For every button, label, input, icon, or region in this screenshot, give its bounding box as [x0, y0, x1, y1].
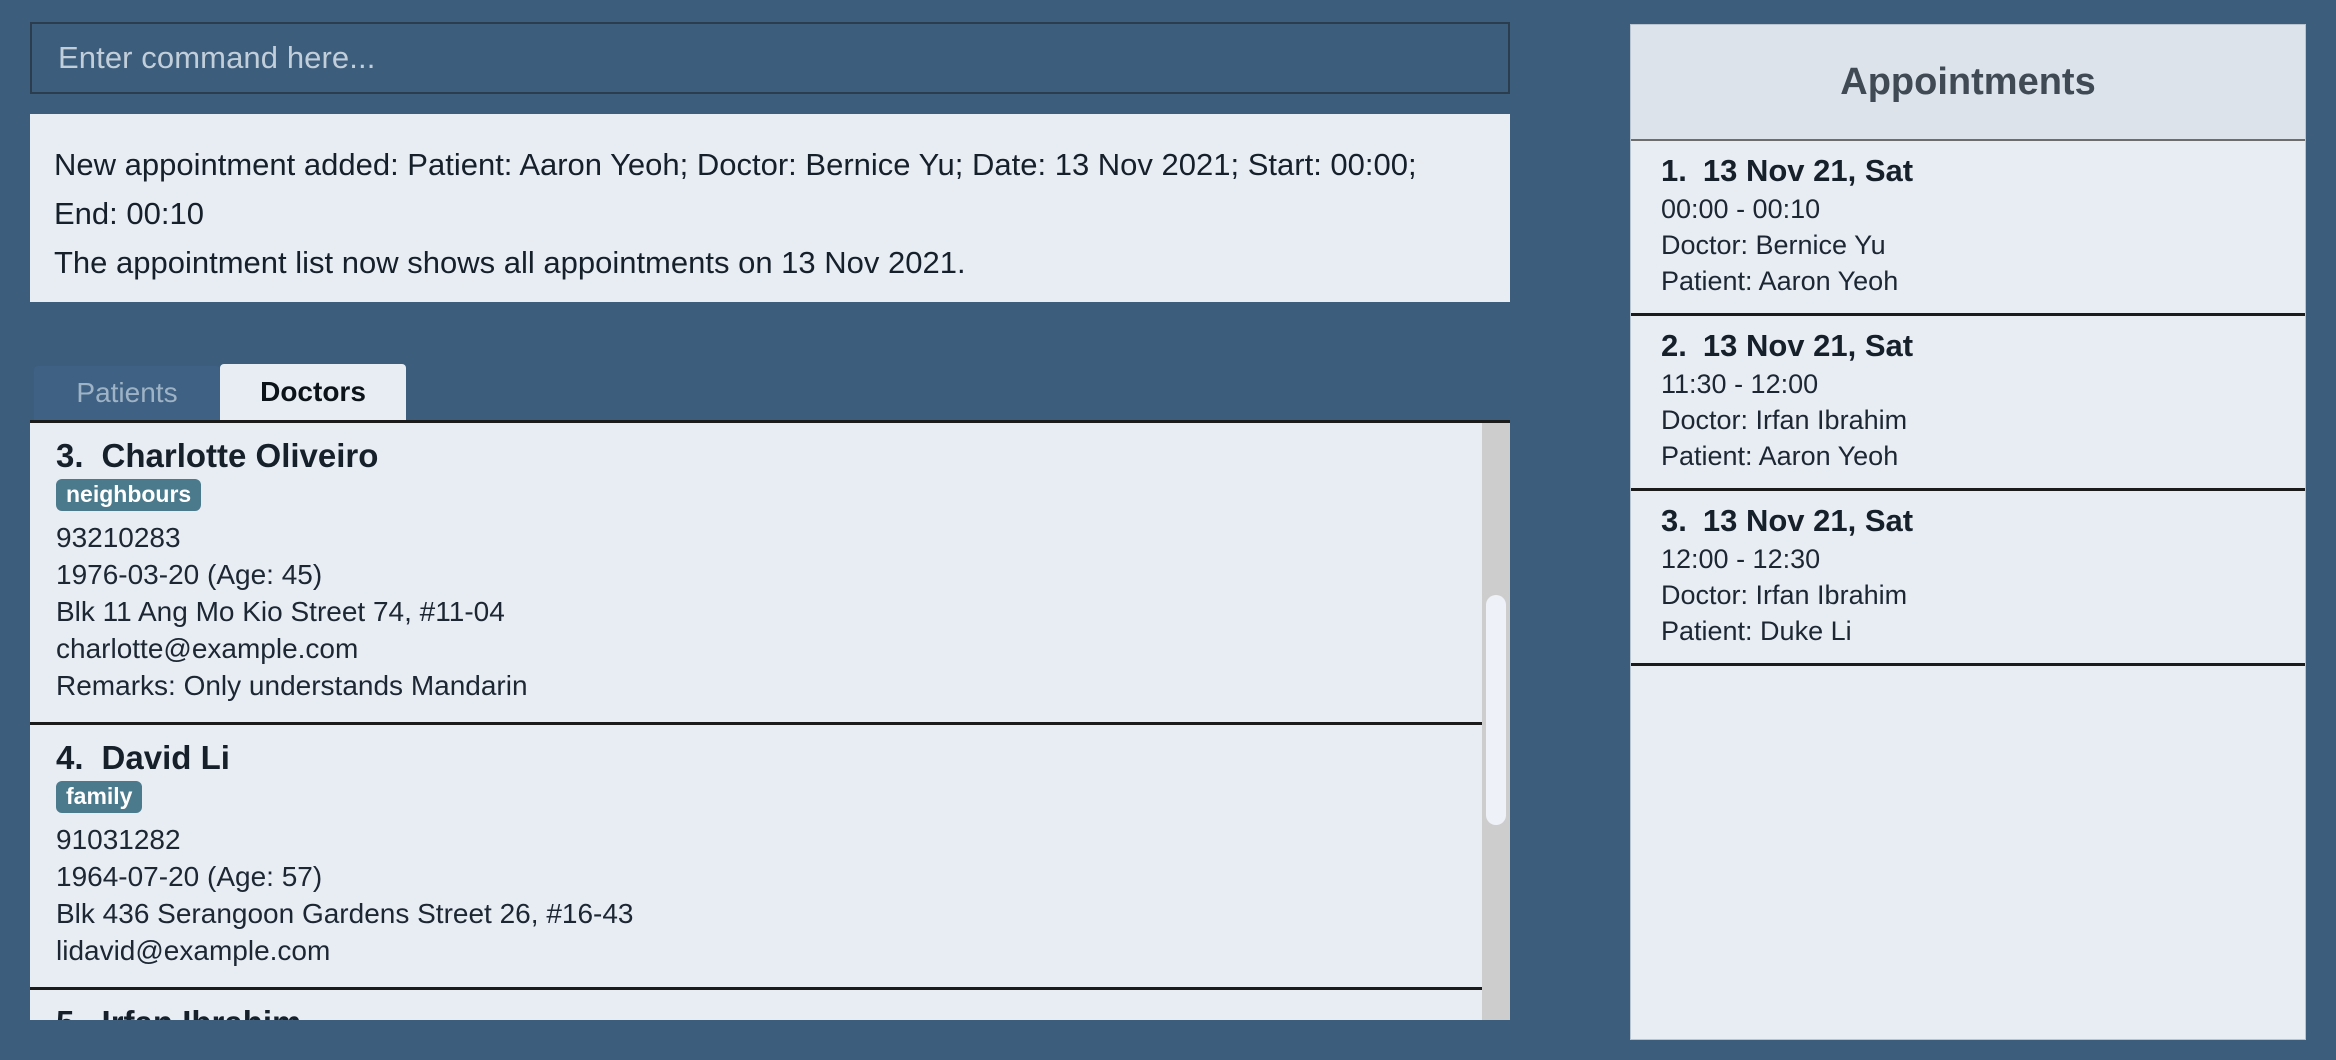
person-index: 4.	[56, 739, 84, 777]
appointment-index: 1.	[1661, 153, 1687, 188]
appointment-patient: Patient: Aaron Yeoh	[1661, 266, 1899, 296]
person-phone: 91031282	[56, 824, 181, 856]
appointments-title: Appointments	[1840, 60, 2096, 103]
list-item[interactable]: 4. David Li family 91031282 1964-07-20 (…	[30, 725, 1482, 991]
appointments-header: Appointments	[1631, 25, 2305, 141]
appointment-header: 2. 13 Nov 21, Sat	[1661, 328, 2275, 364]
appointment-doctor: Doctor: Irfan Ibrahim	[1661, 405, 1908, 435]
appointment-time: 00:00 - 00:10	[1661, 194, 1821, 224]
appointment-index: 3.	[1661, 503, 1687, 538]
appointments-list: 1. 13 Nov 21, Sat 00:00 - 00:10 Doctor: …	[1631, 141, 2305, 1039]
list-item[interactable]: 3. Charlotte Oliveiro neighbours 9321028…	[30, 423, 1482, 726]
scrollbar-thumb[interactable]	[1486, 595, 1506, 825]
appointment-header: 1. 13 Nov 21, Sat	[1661, 153, 2275, 189]
appointment-date: 13 Nov 21, Sat	[1702, 328, 1914, 363]
person-email: lidavid@example.com	[56, 935, 331, 967]
appointment-patient: Patient: Duke Li	[1661, 616, 1852, 646]
person-name: Charlotte Oliveiro	[101, 437, 379, 474]
tab-patients[interactable]: Patients	[34, 366, 220, 420]
command-input[interactable]	[58, 40, 1482, 76]
person-list-scrollbar[interactable]	[1482, 423, 1510, 1020]
person-birthday: 1976-03-20 (Age: 45)	[56, 559, 323, 591]
appointment-time: 12:00 - 12:30	[1661, 544, 1821, 574]
tab-patients-label: Patients	[76, 377, 178, 408]
result-display: New appointment added: Patient: Aaron Ye…	[30, 114, 1510, 302]
left-column: New appointment added: Patient: Aaron Ye…	[30, 22, 1510, 1060]
result-line: New appointment added: Patient: Aaron Ye…	[54, 147, 1426, 231]
appointments-panel: Appointments 1. 13 Nov 21, Sat 00:00 - 0…	[1630, 24, 2306, 1040]
person-remarks: Remarks: Only understands Mandarin	[56, 670, 528, 702]
tag-row: family	[56, 781, 1456, 814]
person-index: 5.	[56, 1004, 84, 1020]
list-item[interactable]: 1. 13 Nov 21, Sat 00:00 - 00:10 Doctor: …	[1631, 141, 2305, 316]
person-birthday: 1964-07-20 (Age: 57)	[56, 861, 323, 893]
appointment-doctor: Doctor: Irfan Ibrahim	[1661, 580, 1908, 610]
tag-row: neighbours	[56, 479, 1456, 512]
appointment-time: 11:30 - 12:00	[1661, 369, 1819, 399]
person-email: charlotte@example.com	[56, 633, 359, 665]
person-header: 3. Charlotte Oliveiro	[56, 437, 1456, 475]
appointment-doctor: Doctor: Bernice Yu	[1661, 230, 1886, 260]
appointment-patient: Patient: Aaron Yeoh	[1661, 441, 1899, 471]
tab-doctors[interactable]: Doctors	[220, 364, 406, 420]
person-address: Blk 11 Ang Mo Kio Street 74, #11-04	[56, 596, 505, 628]
appointment-index: 2.	[1661, 328, 1687, 363]
list-item[interactable]: 3. 13 Nov 21, Sat 12:00 - 12:30 Doctor: …	[1631, 491, 2305, 666]
result-line: The appointment list now shows all appoi…	[54, 245, 966, 280]
list-item[interactable]: 5. Irfan Ibrahim	[30, 990, 1482, 1020]
app-root: New appointment added: Patient: Aaron Ye…	[0, 0, 2336, 1060]
person-header: 4. David Li	[56, 739, 1456, 777]
person-name: David Li	[101, 739, 230, 777]
list-item[interactable]: 2. 13 Nov 21, Sat 11:30 - 12:00 Doctor: …	[1631, 316, 2305, 491]
tab-doctors-label: Doctors	[260, 376, 366, 407]
command-box[interactable]	[30, 22, 1510, 94]
appointment-date: 13 Nov 21, Sat	[1702, 153, 1914, 188]
person-list: 3. Charlotte Oliveiro neighbours 9321028…	[30, 423, 1482, 1020]
person-list-panel: 3. Charlotte Oliveiro neighbours 9321028…	[30, 420, 1510, 1020]
person-tag: neighbours	[56, 479, 202, 512]
person-index: 3.	[56, 437, 84, 474]
person-tag: family	[56, 781, 143, 814]
person-phone: 93210283	[56, 522, 181, 554]
person-name: Irfan Ibrahim	[102, 1004, 302, 1020]
appointment-date: 13 Nov 21, Sat	[1702, 503, 1914, 538]
person-header: 5. Irfan Ibrahim	[56, 1004, 1456, 1020]
appointment-header: 3. 13 Nov 21, Sat	[1661, 503, 2275, 539]
tab-strip: Patients Doctors	[30, 364, 1510, 420]
person-address: Blk 436 Serangoon Gardens Street 26, #16…	[56, 898, 634, 930]
